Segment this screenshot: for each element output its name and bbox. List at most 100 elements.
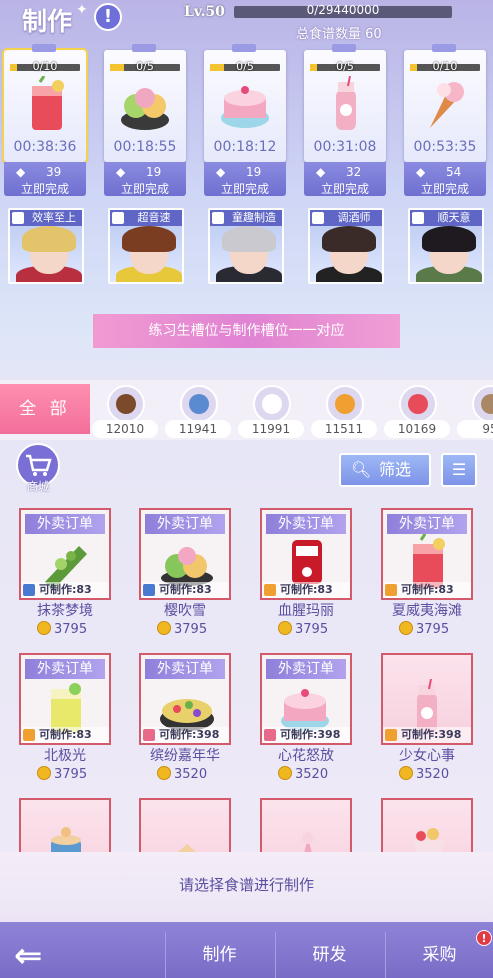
type-icon [143,584,155,596]
cake-pink-icon [220,76,270,134]
recipe-card[interactable]: 可制作:398 少女心事 3520 [381,645,473,782]
recipe-card[interactable]: 外卖订单 可制作:398 缤纷嘉年华 3520 [139,645,231,782]
exp-text: 0/29440000 [306,3,380,17]
category-tab-3[interactable]: 11991 [236,385,306,439]
slot-progress-text: 0/10 [32,60,58,73]
recipe-card[interactable]: 外卖订单 可制作:83 北极光 3795 [19,645,111,782]
recipe-frame[interactable] [381,798,473,852]
instant-finish-button[interactable]: ◆ 19 立即完成 [104,162,186,196]
category-tab-5[interactable]: 10169 [382,385,452,439]
recipe-frame[interactable]: 外卖订单 可制作:83 [139,508,231,600]
recipe-frame[interactable]: 外卖订单 可制作:83 [381,508,473,600]
trainee-hair [322,226,376,252]
trainee-portrait-3[interactable]: 童趣制造 [208,208,284,284]
price-value: 3795 [295,622,329,637]
shop-button[interactable]: 商城 [16,443,60,493]
slot-progress-text: 0/5 [136,60,154,73]
category-all-tab[interactable]: 全 部 [0,384,90,434]
instant-finish-button[interactable]: ◆ 32 立即完成 [304,162,386,196]
craftable-count: 可制作:83 [383,582,471,598]
recipe-card[interactable]: 外卖订单 可制作:398 心花怒放 3520 [260,645,352,782]
category-tab-4[interactable]: 11511 [309,385,379,439]
price-value: 3795 [54,767,88,782]
recipe-frame[interactable]: 外卖订单 可制作:83 [19,508,111,600]
recipe-price: 3520 [399,766,449,782]
coin-icon [399,621,413,635]
instant-finish-button[interactable]: ◆ 54 立即完成 [404,162,486,196]
recipe-card[interactable] [139,790,231,852]
category-tab-1[interactable]: 12010 [90,385,160,439]
recipe-frame[interactable] [260,798,352,852]
recipe-price: 3795 [399,621,449,637]
gem-icon: ◆ [116,165,126,179]
recipe-card[interactable]: 外卖订单 可制作:83 抹茶梦境 3795 [19,500,111,637]
gem-cost: 19 [246,165,262,179]
nav-make-tab[interactable]: 制作 [165,932,273,978]
slot-3[interactable]: 0/5 00:18:12 ◆ 19 立即完成 [204,44,286,196]
recipe-price: 3795 [37,621,87,637]
instant-finish-button[interactable]: ◆ 39 立即完成 [4,162,86,196]
nav-research-tab[interactable]: 研发 [275,932,383,978]
trainee-portrait-1[interactable]: 效率至上 [8,208,84,284]
instant-finish-button[interactable]: ◆ 19 立即完成 [204,162,286,196]
price-value: 3795 [416,622,450,637]
slot-timer: 00:18:55 [113,139,177,155]
gem-icon: ◆ [316,165,326,179]
recipe-card[interactable] [381,790,473,852]
slot-5[interactable]: 0/10 00:53:35 ◆ 54 立即完成 [404,44,486,196]
craftable-count: 可制作:83 [262,582,350,598]
recipe-frame[interactable]: 外卖订单 可制作:83 [260,508,352,600]
slot-timer: 00:31:08 [313,139,377,155]
gem-cost: 54 [446,165,462,179]
party-cake-icon [159,679,215,731]
sort-icon: ☰ [451,460,467,479]
trainee-portrait-2[interactable]: 超音速 [108,208,184,284]
trainee-portrait-5[interactable]: 顺天意 [408,208,484,284]
cake-pink-icon [280,679,336,731]
recipe-frame[interactable]: 外卖订单 可制作:83 [19,653,111,745]
recipe-total: 总食谱数量 60 [296,27,382,42]
category-tab-6[interactable]: 95 [455,385,493,439]
trainee-hair [222,226,276,252]
recipe-frame[interactable] [19,798,111,852]
gem-cost: 39 [46,165,62,179]
back-button[interactable]: ⇐ [0,932,160,978]
slot-4[interactable]: 0/5 00:31:08 ◆ 32 立即完成 [304,44,386,196]
ingredient-icon [472,385,493,423]
recipe-card[interactable] [260,790,352,852]
slot-card[interactable]: 0/10 00:38:36 [2,44,88,164]
craftable-count: 可制作:83 [21,727,109,743]
recipe-frame[interactable]: 外卖订单 可制作:398 [139,653,231,745]
recipe-card[interactable]: 外卖订单 可制作:83 夏威夷海滩 3795 [381,500,473,637]
recipe-card[interactable]: 外卖订单 可制作:83 血腥玛丽 3795 [260,500,352,637]
slot-card[interactable]: 0/5 00:18:55 [104,44,186,162]
sort-button[interactable]: ☰ [441,453,477,487]
slot-card[interactable]: 0/5 00:18:12 [204,44,286,162]
recipe-name: 抹茶梦境 [37,603,93,619]
coin-icon [278,766,292,780]
recipe-frame[interactable]: 外卖订单 可制作:398 [260,653,352,745]
trainee-portrait-4[interactable]: 调酒师 [308,208,384,284]
recipe-frame[interactable] [139,798,231,852]
recipe-name: 心花怒放 [278,748,334,764]
category-tab-2[interactable]: 11941 [163,385,233,439]
slot-card[interactable]: 0/5 00:31:08 [304,44,386,162]
slot-1[interactable]: 0/10 00:38:36 ◆ 39 立即完成 [2,44,88,196]
coin-icon [37,766,51,780]
parfait-icon [401,824,457,852]
recipe-frame[interactable]: 可制作:398 [381,653,473,745]
coffee-cup-icon [39,824,95,852]
craftable-text: 可制作:83 [39,583,92,596]
slot-hint-banner: 练习生槽位与制作槽位一一对应 [93,314,400,348]
category-count: 11511 [311,420,377,438]
filter-button[interactable]: 🔍︎ 筛选 [339,453,431,487]
slot-card[interactable]: 0/10 00:53:35 [404,44,486,162]
coin-icon [157,766,171,780]
info-icon[interactable]: ! [94,3,122,31]
craftable-text: 可制作:83 [401,583,454,596]
recipe-card[interactable] [19,790,111,852]
recipe-card[interactable]: 外卖订单 可制作:83 樱吹雪 3795 [139,500,231,637]
gem-icon: ◆ [216,165,226,179]
slot-2[interactable]: 0/5 00:18:55 ◆ 19 立即完成 [104,44,186,196]
gem-cost: 19 [146,165,162,179]
